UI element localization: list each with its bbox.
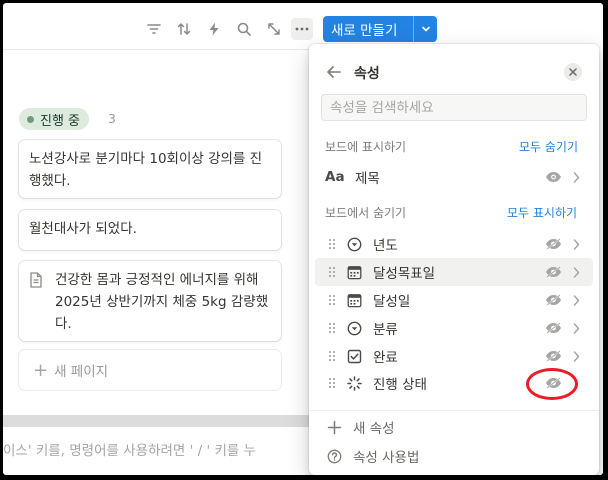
property-row-year[interactable]: 년도 — [315, 230, 593, 258]
help-question-icon — [325, 447, 343, 465]
popover-title: 속성 — [354, 66, 380, 82]
chevron-right-icon[interactable] — [573, 294, 585, 306]
expand-icon[interactable] — [263, 18, 285, 40]
drag-handle-icon[interactable] — [325, 266, 339, 278]
checkbox-icon — [345, 347, 363, 365]
properties-popover: 속성 보드에 표시하기 모두 숨기기 Aa 제목 보드에서 숨기기 모두 표시하… — [309, 44, 599, 475]
new-property-label: 새 속성 — [353, 421, 395, 437]
drag-handle-icon[interactable] — [325, 350, 339, 362]
status-group-tag[interactable]: 진행 중 — [19, 108, 90, 130]
card-title: 건강한 몸과 긍정적인 에너지를 위해 2025년 상반기까지 체중 5kg 감… — [55, 272, 269, 332]
card-title: 월천대사가 되었다. — [29, 221, 137, 237]
property-name: 달성목표일 — [373, 266, 436, 282]
search-icon[interactable] — [233, 18, 255, 40]
property-row-category[interactable]: 분류 — [315, 314, 593, 342]
chevron-right-icon[interactable] — [573, 238, 585, 250]
status-icon — [345, 374, 363, 392]
text-aa-icon: Aa — [325, 169, 345, 185]
hidden-section-label: 보드에서 숨기기 — [325, 206, 407, 220]
chevron-down-icon[interactable] — [414, 24, 437, 34]
board-card[interactable]: 월천대사가 되었다. — [19, 210, 281, 250]
property-name: 년도 — [373, 238, 398, 254]
automation-bolt-icon[interactable] — [203, 18, 225, 40]
chevron-right-icon[interactable] — [573, 322, 585, 334]
property-search-input[interactable] — [321, 94, 587, 121]
property-row-achieved-date[interactable]: 달성일 — [315, 286, 593, 314]
property-row-title[interactable]: Aa 제목 — [315, 163, 593, 191]
status-dot-icon — [27, 115, 34, 123]
status-group-label: 진행 중 — [40, 113, 81, 129]
chevron-right-icon[interactable] — [573, 350, 585, 362]
property-name: 제목 — [355, 171, 380, 187]
calendar-icon — [345, 263, 363, 281]
hide-all-button[interactable]: 모두 숨기기 — [519, 138, 578, 155]
scroll-band — [3, 415, 313, 427]
property-row-done[interactable]: 완료 — [315, 342, 593, 370]
annotation-highlight-ring — [526, 368, 578, 400]
eye-hidden-icon[interactable] — [545, 237, 565, 251]
plus-icon — [325, 418, 343, 436]
board-card[interactable]: 노션강사로 분기마다 10회이상 강의를 진행했다. — [19, 140, 281, 198]
drag-handle-icon[interactable] — [325, 322, 339, 334]
back-arrow-icon[interactable] — [325, 63, 343, 81]
property-name: 분류 — [373, 322, 398, 338]
sort-icon[interactable] — [173, 18, 195, 40]
drag-handle-icon[interactable] — [325, 377, 339, 389]
popover-divider — [309, 410, 599, 411]
drag-handle-icon[interactable] — [325, 238, 339, 250]
select-icon — [345, 319, 363, 337]
calendar-icon — [345, 291, 363, 309]
eye-icon[interactable] — [545, 170, 565, 184]
more-icon[interactable] — [291, 18, 313, 40]
property-name: 달성일 — [373, 294, 411, 310]
property-help-link[interactable]: 속성 사용법 — [325, 446, 419, 466]
help-label: 속성 사용법 — [353, 450, 420, 466]
popover-header: 속성 — [309, 59, 599, 85]
new-button-label: 새로 만들기 — [331, 23, 398, 39]
toolbar-divider — [3, 49, 313, 50]
property-name: 진행 상태 — [373, 377, 427, 393]
eye-hidden-icon[interactable] — [545, 265, 565, 279]
chevron-right-icon[interactable] — [573, 171, 585, 183]
eye-hidden-icon[interactable] — [545, 349, 565, 363]
property-name: 완료 — [373, 350, 398, 366]
new-property-button[interactable]: 새 속성 — [325, 417, 395, 437]
shown-section-label: 보드에 표시하기 — [325, 140, 407, 154]
eye-hidden-icon[interactable] — [545, 321, 565, 335]
card-title: 노션강사로 분기마다 10회이상 강의를 진행했다. — [29, 151, 263, 189]
group-count: 3 — [108, 111, 116, 126]
close-icon[interactable] — [564, 63, 582, 81]
page-document-icon — [30, 272, 42, 288]
property-row-goal-date[interactable]: 달성목표일 — [315, 258, 593, 286]
app-window: 새로 만들기 진행 중 3 노션강사로 분기마다 10회이상 강의를 진행했다.… — [3, 3, 603, 475]
drag-handle-icon[interactable] — [325, 294, 339, 306]
board-card[interactable]: 건강한 몸과 긍정적인 에너지를 위해 2025년 상반기까지 체중 5kg 감… — [19, 261, 281, 341]
new-page-label: 새 페이지 — [54, 364, 109, 380]
filter-icon[interactable] — [143, 18, 165, 40]
chevron-right-icon[interactable] — [573, 266, 585, 278]
plus-icon: + — [33, 359, 49, 381]
editor-hint: 이스' 키를, 명령어를 사용하려면 ' / ' 키를 누 — [3, 443, 257, 459]
eye-hidden-icon[interactable] — [545, 293, 565, 307]
show-all-button[interactable]: 모두 표시하기 — [507, 204, 577, 221]
database-toolbar: 새로 만들기 — [3, 14, 603, 44]
select-icon — [345, 235, 363, 253]
new-button[interactable]: 새로 만들기 — [323, 16, 437, 42]
new-page-button[interactable]: + 새 페이지 — [19, 350, 281, 390]
